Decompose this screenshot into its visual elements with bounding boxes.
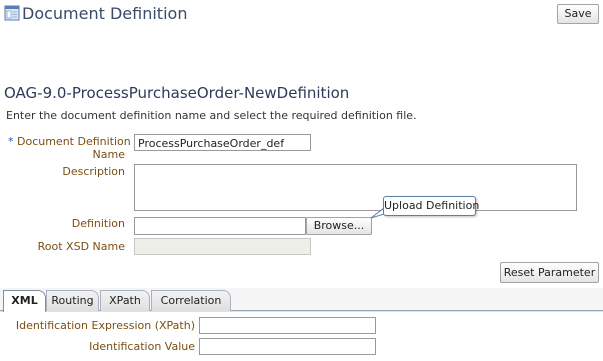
document-icon (4, 5, 20, 21)
root-xsd-label: Root XSD Name (37, 240, 125, 253)
id-expression-input[interactable] (199, 317, 376, 334)
tab-xml[interactable]: XML (3, 290, 46, 312)
doc-def-name-label: * Document Definition Name (8, 135, 131, 161)
save-button[interactable]: Save (557, 4, 599, 24)
document-definition-page: Document Definition Save OAG-9.0-Process… (0, 0, 603, 361)
id-value-input[interactable] (199, 338, 376, 355)
description-label: Description (62, 165, 125, 178)
tab-routing[interactable]: Routing (46, 290, 99, 311)
id-value-label: Identification Value (89, 340, 195, 353)
doc-def-name-input[interactable]: ProcessPurchaseOrder_def (134, 134, 311, 151)
required-marker: * (8, 135, 14, 148)
browse-button[interactable]: Browse... (306, 217, 372, 235)
definition-name-heading: OAG-9.0-ProcessPurchaseOrder-NewDefiniti… (4, 84, 350, 102)
reset-parameter-button[interactable]: Reset Parameter (500, 262, 599, 283)
doc-def-name-label-line1: Document Definition (17, 135, 131, 148)
upload-definition-tooltip: Upload Definition (383, 196, 479, 216)
tab-xpath[interactable]: XPath (100, 290, 150, 311)
definition-label: Definition (71, 217, 125, 230)
page-title: Document Definition (22, 4, 188, 23)
tab-correlation[interactable]: Correlation (151, 290, 231, 311)
definition-file-input[interactable] (134, 217, 306, 235)
page-header: Document Definition Save (0, 0, 603, 34)
doc-def-name-label-line2: Name (92, 148, 125, 161)
instructions-text: Enter the document definition name and s… (6, 109, 417, 122)
tab-pane-top (0, 311, 603, 312)
root-xsd-field (134, 238, 311, 255)
description-textarea[interactable] (134, 164, 577, 211)
id-expression-label: Identification Expression (XPath) (15, 319, 195, 332)
